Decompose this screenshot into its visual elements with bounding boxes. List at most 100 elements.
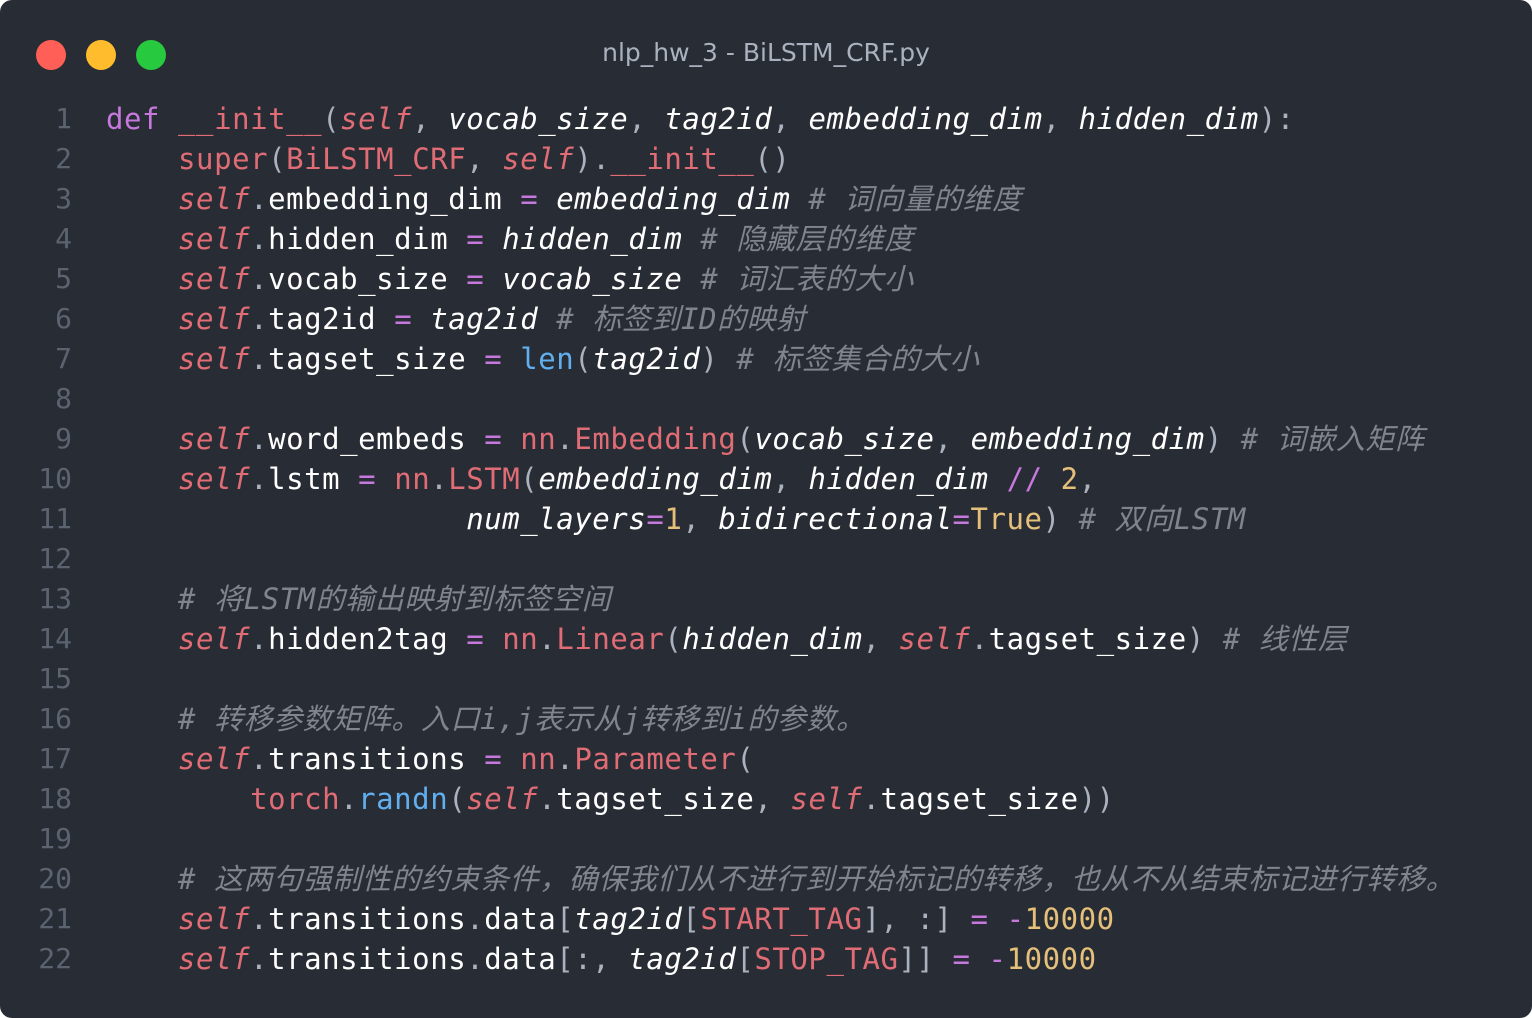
code-line[interactable]: 11 num_layers=1, bidirectional=True) # 双… [0,499,1532,539]
code-line[interactable]: 18 torch.randn(self.tagset_size, self.ta… [0,779,1532,819]
code-line[interactable]: 17 self.transitions = nn.Parameter( [0,739,1532,779]
code-token: hidden_dim [268,222,449,256]
line-source: # 转移参数矩阵。入口i,j表示从j转移到i的参数。 [106,699,866,739]
code-token: embedding_dim [556,182,791,216]
code-token: . [250,422,269,456]
line-number: 11 [38,502,72,535]
code-token: () [754,142,791,176]
code-line[interactable]: 19 [0,819,1532,859]
code-line[interactable]: 22 self.transitions.data[:, tag2id[STOP_… [0,939,1532,979]
code-line[interactable]: 16 # 转移参数矩阵。入口i,j表示从j转移到i的参数。 [0,699,1532,739]
line-source: super(BiLSTM_CRF, self).__init__() [106,139,790,179]
code-token: ) [1042,502,1079,536]
code-token: 2 [1060,462,1079,496]
code-token: self [790,782,863,816]
code-token: ) [700,342,737,376]
code-token: , [772,462,809,496]
code-token: , [1078,462,1097,496]
code-line[interactable]: 13 # 将LSTM的输出映射到标签空间 [0,579,1532,619]
code-token: transitions [268,902,467,936]
code-token: . [250,302,269,336]
code-token: ( [736,422,755,456]
code-line[interactable]: 1 def __init__(self, vocab_size, tag2id, … [0,99,1532,139]
code-token: , [934,422,971,456]
line-source: # 这两句强制性的约束条件，确保我们从不进行到开始标记的转移，也从不从结束标记进… [106,859,1455,899]
code-line[interactable]: 8 [0,379,1532,419]
line-number: 1 [55,102,72,135]
code-token: # 转移参数矩阵。入口i,j表示从j转移到i的参数。 [178,702,866,736]
code-line[interactable]: 7 self.tagset_size = len(tag2id) # 标签集合的… [0,339,1532,379]
code-token: . [466,902,485,936]
code-token: ( [664,622,683,656]
code-token: , [628,102,665,136]
code-token: Embedding [574,422,737,456]
code-token: [ [556,902,575,936]
line-number: 9 [55,422,72,455]
code-token: . [466,942,485,976]
code-line[interactable]: 10 self.lstm = nn.LSTM(embedding_dim, hi… [0,459,1532,499]
code-token: self [178,462,251,496]
line-source: self.lstm = nn.LSTM(embedding_dim, hidde… [106,459,1097,499]
code-token: = [520,182,539,216]
code-token: # 词嵌入矩阵 [1240,422,1425,456]
code-token: )) [1078,782,1115,816]
line-source: self.vocab_size = vocab_size # 词汇表的大小 [106,259,914,299]
code-token: data [484,942,557,976]
code-token: hidden_dim [1078,102,1259,136]
code-token: . [538,622,557,656]
code-line[interactable]: 5 self.vocab_size = vocab_size # 词汇表的大小 [0,259,1532,299]
code-line[interactable]: 2 super(BiLSTM_CRF, self).__init__() [0,139,1532,179]
code-token: self [178,902,251,936]
line-number: 15 [38,662,72,695]
code-token: nn [520,422,557,456]
code-line[interactable]: 6 self.tag2id = tag2id # 标签到ID的映射 [0,299,1532,339]
line-source: self.tag2id = tag2id # 标签到ID的映射 [106,299,806,339]
code-token: 10000 [1006,942,1097,976]
line-number: 22 [38,942,72,975]
code-token: ( [520,462,539,496]
code-token: self [340,102,413,136]
code-token: [ [736,942,755,976]
code-token: - [988,942,1007,976]
code-line[interactable]: 20 # 这两句强制性的约束条件，确保我们从不进行到开始标记的转移，也从不从结束… [0,859,1532,899]
code-token: self [178,262,251,296]
code-token: tag2id [574,902,683,936]
code-line[interactable]: 12 [0,539,1532,579]
code-token: self [466,782,539,816]
line-source: self.embedding_dim = embedding_dim # 词向量… [106,179,1022,219]
code-token: bidirectional [718,502,953,536]
code-token: randn [358,782,449,816]
code-line[interactable]: 3 self.embedding_dim = embedding_dim # 词… [0,179,1532,219]
code-token: # 隐藏层的维度 [700,222,914,256]
line-source: num_layers=1, bidirectional=True) # 双向LS… [106,499,1246,539]
line-number: 13 [38,582,72,615]
code-token: True [970,502,1043,536]
code-line[interactable]: 15 [0,659,1532,699]
code-line[interactable]: 21 self.transitions.data[tag2id[START_TA… [0,899,1532,939]
code-token: ) [1186,622,1223,656]
code-line[interactable]: 9 self.word_embeds = nn.Embedding(vocab_… [0,419,1532,459]
code-area[interactable]: 1 def __init__(self, vocab_size, tag2id, … [0,99,1532,979]
code-line[interactable]: 14 self.hidden2tag = nn.Linear(hidden_di… [0,619,1532,659]
code-token: , [1042,102,1079,136]
code-line[interactable]: 4 self.hidden_dim = hidden_dim # 隐藏层的维度 [0,219,1532,259]
line-source: self.transitions.data[:, tag2id[STOP_TAG… [106,939,1097,979]
line-source: def __init__(self, vocab_size, tag2id, e… [106,99,1295,139]
code-token: hidden_dim [682,622,863,656]
code-token: . [862,782,881,816]
